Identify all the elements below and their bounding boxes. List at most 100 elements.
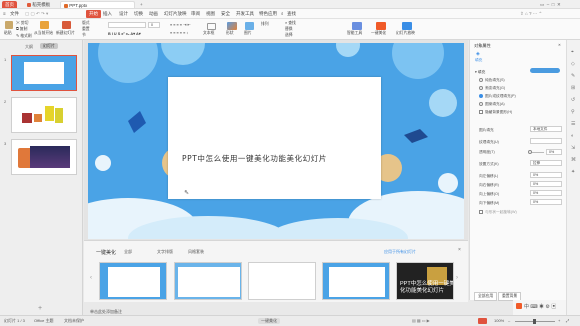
offset-top-input[interactable]: 0% bbox=[530, 190, 562, 196]
font-size-select[interactable]: 0 bbox=[148, 22, 160, 28]
menu-review[interactable]: 审阅 bbox=[191, 10, 200, 18]
beautify-option-3[interactable] bbox=[248, 262, 316, 300]
beautify-icon[interactable] bbox=[376, 22, 386, 30]
new-tab-button[interactable]: + bbox=[137, 1, 146, 8]
share-icon[interactable]: ⇪ ⌂ ? ⋯ ⌃ bbox=[520, 10, 542, 18]
offset-bottom-input[interactable]: 0% bbox=[530, 199, 562, 205]
close-icon[interactable]: × bbox=[458, 247, 461, 253]
beautify-label[interactable]: 一键美化 bbox=[371, 31, 386, 36]
filter-text-layout[interactable]: 文字排版 bbox=[157, 249, 173, 255]
beautify-option-5[interactable]: PPT中怎么使用一键美化功能美化幻灯片 bbox=[396, 262, 454, 300]
fill-tab-icon[interactable]: ◈ bbox=[476, 51, 480, 57]
reset-button[interactable]: 重置 bbox=[82, 27, 90, 32]
menu-transitions[interactable]: 切换 bbox=[134, 10, 143, 18]
menu-view[interactable]: 视图 bbox=[206, 10, 215, 18]
radio-gradient[interactable] bbox=[479, 86, 483, 90]
font-name-select[interactable] bbox=[108, 22, 146, 28]
hide-bg-checkbox[interactable] bbox=[479, 110, 483, 114]
tab-home[interactable]: 首页 bbox=[2, 1, 17, 8]
from-current-label[interactable]: 从当前开始 bbox=[34, 31, 53, 36]
view-mode-icons[interactable]: ▤ ▦ ▭ ▶ bbox=[412, 318, 430, 323]
menu-insert[interactable]: 插入 bbox=[103, 10, 112, 18]
find-button[interactable]: ⌕ 查找 bbox=[285, 21, 296, 26]
slide[interactable]: PPT中怎么使用一键美化功能美化幻灯片 ⇖ bbox=[88, 43, 464, 239]
menu-design[interactable]: 设计 bbox=[119, 10, 128, 18]
option-pattern[interactable]: 图案填充(A) bbox=[485, 102, 505, 107]
smart-tools-icon[interactable] bbox=[352, 22, 362, 30]
tab-templates[interactable]: 稻壳模板 bbox=[24, 1, 53, 8]
paragraph-buttons[interactable]: ≡ ≡ ≡ ≡ ⇥ ⇤ bbox=[170, 22, 191, 27]
next-arrow-icon[interactable]: › bbox=[456, 275, 458, 281]
offset-select[interactable]: 拉伸 bbox=[530, 160, 562, 166]
zoom-level[interactable]: 100% bbox=[494, 318, 504, 323]
tray-icons[interactable]: 中 ⌨ ☀ ⚙ ▣ bbox=[524, 303, 556, 310]
tab-document[interactable]: PPT.pptx bbox=[60, 1, 135, 8]
ime-icon[interactable] bbox=[516, 303, 522, 309]
close-icon[interactable]: ✕ bbox=[558, 43, 561, 47]
shape-icon[interactable] bbox=[227, 22, 237, 30]
slide-thumbnail-2[interactable] bbox=[11, 97, 77, 133]
smart-tools-label[interactable]: 智能工具 bbox=[347, 31, 362, 36]
option-gradient[interactable]: 渐变填充(G) bbox=[485, 86, 505, 91]
section-button[interactable]: 节 bbox=[82, 33, 86, 38]
copy-button[interactable]: ⧉ 复制 bbox=[16, 27, 27, 32]
menu-home[interactable]: 开始 bbox=[86, 10, 101, 18]
textbox-icon[interactable] bbox=[207, 23, 216, 30]
fill-color-preview[interactable] bbox=[530, 68, 560, 73]
beautify-option-2[interactable] bbox=[174, 262, 242, 300]
paste-label[interactable]: 粘贴 bbox=[4, 31, 12, 36]
tab-fill[interactable]: 填充 bbox=[475, 58, 482, 63]
slideshow-icon[interactable] bbox=[402, 22, 412, 30]
apply-all-button[interactable]: 全部应用 bbox=[474, 292, 498, 301]
menu-icon[interactable]: ≡ bbox=[3, 10, 6, 18]
tab-slides[interactable]: 幻灯片 bbox=[40, 43, 58, 49]
rotate-label[interactable]: 与形状一起旋转(W) bbox=[485, 210, 517, 215]
shape-label[interactable]: 形状 bbox=[226, 31, 234, 36]
beautify-option-1[interactable] bbox=[99, 262, 167, 300]
slideshow-label[interactable]: 幻灯片放映 bbox=[396, 31, 415, 36]
option-picture[interactable]: 图片或纹理填充(P) bbox=[485, 94, 516, 99]
format-painter-button[interactable]: ✎ 格式刷 bbox=[16, 33, 32, 39]
texture-select[interactable] bbox=[530, 138, 562, 144]
notes-placeholder[interactable]: 单击此处添加备注 bbox=[90, 309, 122, 315]
picture-icon[interactable] bbox=[245, 22, 254, 30]
slideshow-start-icon[interactable] bbox=[40, 21, 49, 29]
textbox-label[interactable]: 文本框 bbox=[203, 31, 214, 36]
radio-solid[interactable] bbox=[479, 78, 483, 82]
document-protection[interactable]: 文档未保护 bbox=[64, 318, 84, 324]
font-format-buttons[interactable]: B I U S x² x₂ A▾ A▾ bbox=[108, 31, 141, 36]
zoom-in-button[interactable]: + bbox=[558, 318, 560, 323]
menu-animations[interactable]: 动画 bbox=[149, 10, 158, 18]
offset-left-input[interactable]: 0% bbox=[530, 172, 562, 178]
menu-developer[interactable]: 开发工具 bbox=[236, 10, 254, 18]
new-slide-label[interactable]: 新建幻灯片 bbox=[56, 31, 75, 36]
window-controls[interactable]: ▭ – □ ✕ bbox=[540, 2, 561, 8]
menu-search[interactable]: 查找 bbox=[287, 10, 296, 18]
search-icon[interactable]: ⌕ bbox=[281, 10, 284, 18]
filter-style-set[interactable]: 风格套装 bbox=[188, 249, 204, 255]
beautify-option-4[interactable] bbox=[322, 262, 390, 300]
arrange-button[interactable]: 排列 bbox=[261, 22, 269, 27]
fit-window-icon[interactable]: ⤢ bbox=[566, 318, 569, 323]
content-card[interactable]: PPT中怎么使用一键美化功能美化幻灯片 ⇖ bbox=[168, 77, 381, 199]
play-slideshow-button[interactable] bbox=[478, 318, 487, 324]
select-button[interactable]: 选择 bbox=[285, 33, 293, 38]
transparency-slider-handle[interactable] bbox=[528, 150, 532, 154]
image-fill-select[interactable]: 本地文件 bbox=[530, 126, 562, 132]
zoom-slider-handle[interactable] bbox=[533, 319, 536, 324]
filter-all[interactable]: 全部 bbox=[124, 249, 132, 255]
tab-outline[interactable]: 大纲 bbox=[25, 44, 33, 50]
beautify-status-button[interactable]: 一键美化 bbox=[258, 318, 280, 324]
new-slide-icon[interactable] bbox=[62, 21, 71, 29]
menu-file[interactable]: 文件 bbox=[10, 10, 19, 18]
slide-thumbnail-1[interactable] bbox=[11, 55, 77, 91]
paste-icon[interactable] bbox=[5, 21, 13, 29]
radio-picture[interactable] bbox=[479, 94, 483, 98]
layout-button[interactable]: 版式 bbox=[82, 21, 90, 26]
menu-features[interactable]: 特色应用 bbox=[259, 10, 277, 18]
rotate-checkbox[interactable] bbox=[479, 210, 483, 214]
add-slide-button[interactable]: + bbox=[38, 305, 42, 312]
picture-label[interactable]: 图片 bbox=[244, 31, 252, 36]
menu-slideshow[interactable]: 幻灯片放映 bbox=[164, 10, 187, 18]
cut-button[interactable]: ✂ 剪切 bbox=[16, 21, 28, 26]
